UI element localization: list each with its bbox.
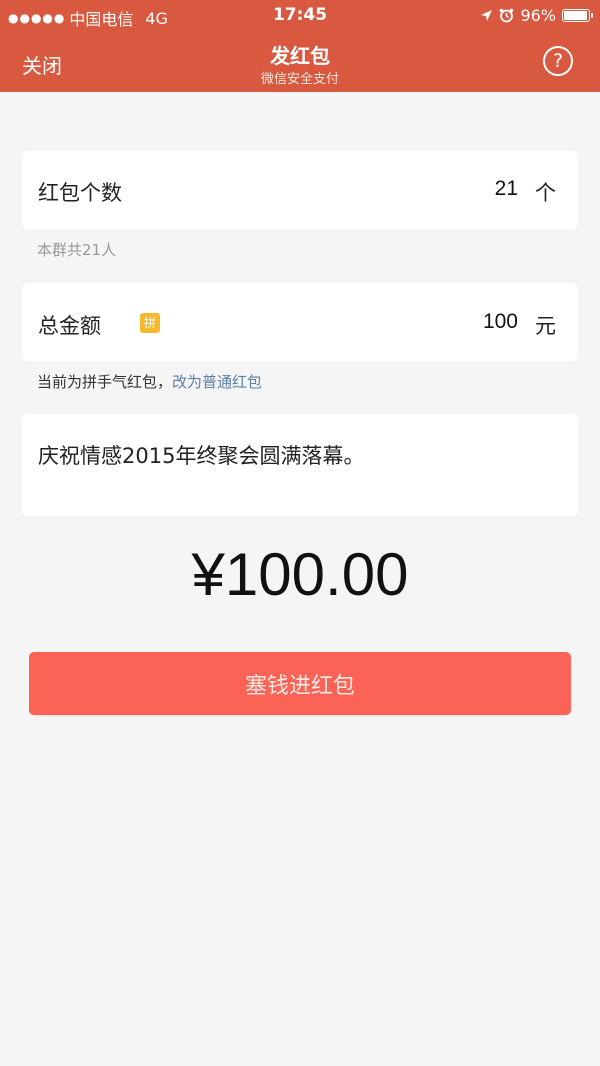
battery-percent: 96% — [520, 6, 556, 25]
alarm-clock-icon — [500, 8, 514, 23]
put-money-button[interactable]: 塞钱进红包 — [29, 652, 571, 715]
packet-type-hint-text: 当前为拼手气红包， — [37, 373, 173, 391]
page-title: 发红包 — [270, 44, 330, 68]
packet-count-card[interactable]: 红包个数 个 — [22, 151, 578, 229]
total-amount-unit: 元 — [535, 314, 556, 338]
location-arrow-icon — [481, 10, 493, 21]
status-bar: ●●●●● 中国电信 4G 17:45 96% — [0, 0, 600, 32]
page-subtitle: 微信安全支付 — [260, 72, 339, 87]
total-amount-label: 总金额 — [38, 314, 101, 338]
total-amount-display: ¥100.00 — [191, 541, 409, 608]
packet-count-label: 红包个数 — [38, 181, 122, 205]
total-amount-input[interactable] — [398, 310, 518, 334]
help-icon[interactable]: ? — [543, 46, 573, 76]
packet-count-unit: 个 — [535, 181, 556, 205]
battery-level-fill — [564, 11, 588, 20]
status-right: 96% — [480, 6, 593, 25]
battery-icon — [562, 9, 593, 22]
total-amount-card[interactable]: 总金额 拼 元 — [22, 283, 578, 361]
group-member-hint: 本群共21人 — [37, 241, 117, 259]
packet-type-hint: 当前为拼手气红包，改为普通红包 — [37, 371, 262, 392]
greeting-message-card[interactable]: 庆祝情感2015年终聚会圆满落幕。 — [22, 414, 578, 516]
header-bar: ●●●●● 中国电信 4G 17:45 96% 关闭 发红包 微信安全支付 ? — [0, 0, 600, 92]
switch-to-normal-link[interactable]: 改为普通红包 — [172, 373, 262, 391]
packet-count-input[interactable] — [398, 177, 518, 201]
greeting-message-input[interactable]: 庆祝情感2015年终聚会圆满落幕。 — [38, 442, 568, 506]
lucky-badge: 拼 — [140, 313, 160, 333]
